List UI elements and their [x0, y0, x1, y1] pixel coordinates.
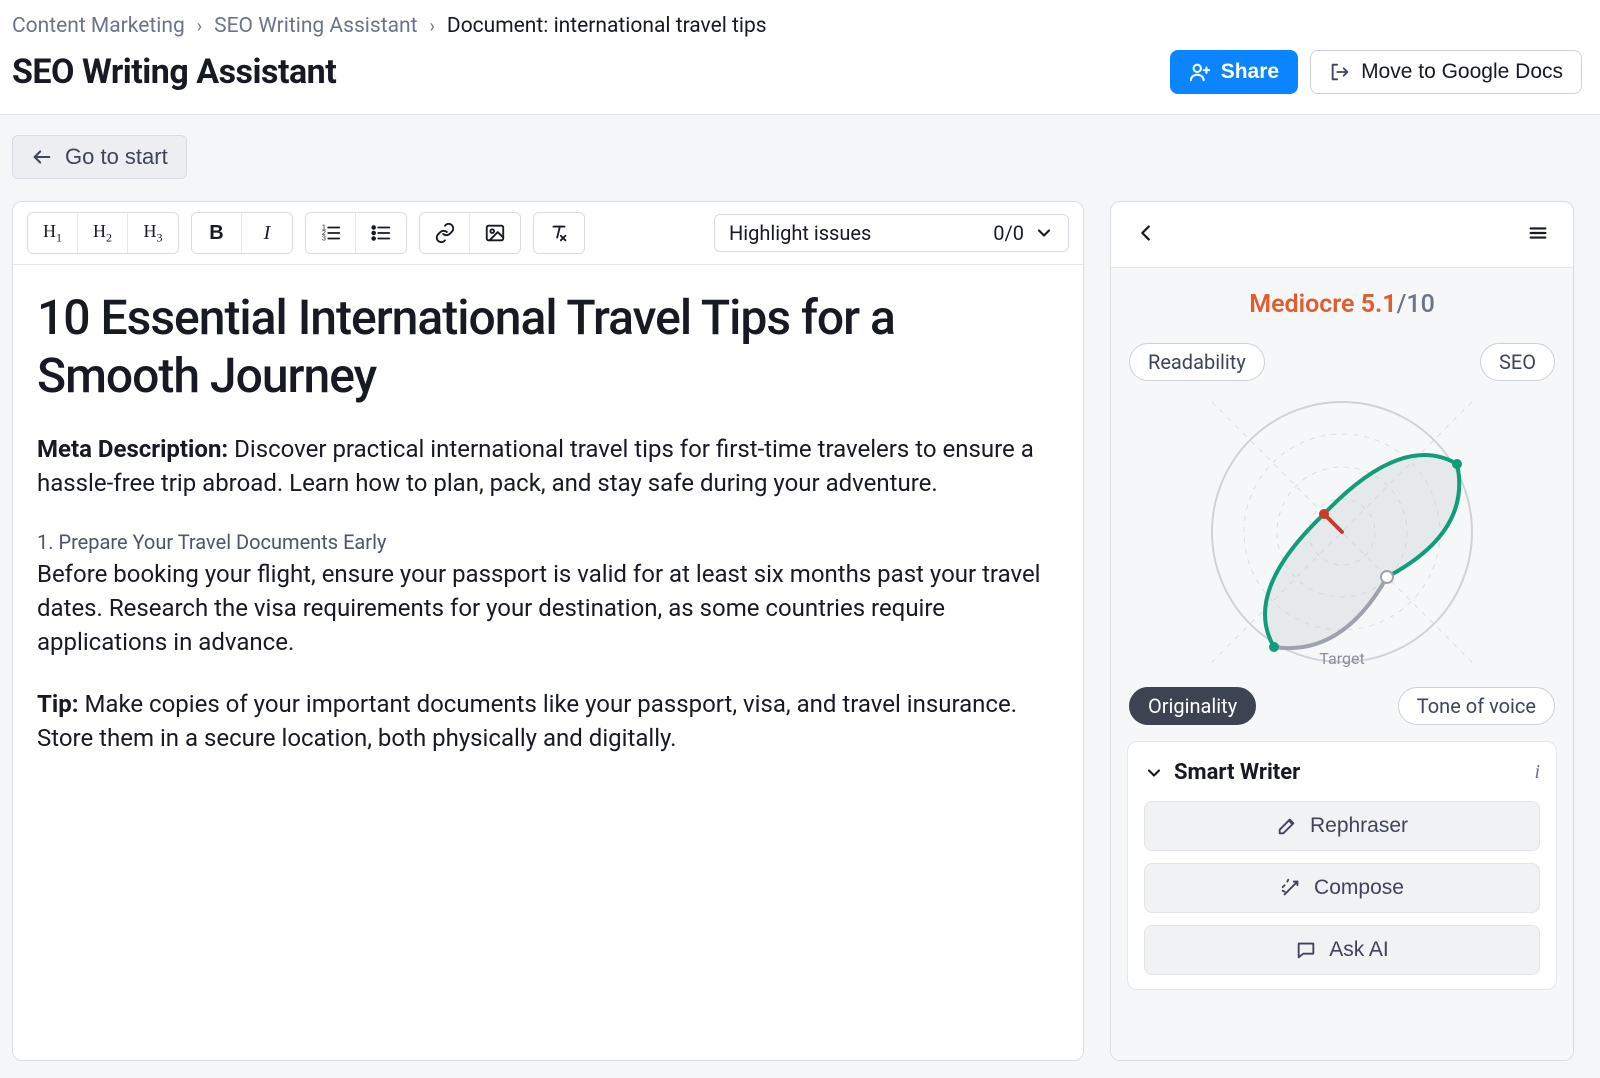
ordered-list-button[interactable]: 123 — [306, 213, 356, 253]
menu-icon — [1527, 222, 1549, 244]
style-group: B I — [191, 212, 293, 254]
person-add-icon — [1189, 61, 1211, 83]
share-button[interactable]: Share — [1170, 50, 1298, 94]
unordered-list-button[interactable] — [356, 213, 406, 253]
originality-pill[interactable]: Originality — [1129, 687, 1256, 725]
heading-group: H1 H2 H3 — [27, 212, 179, 254]
breadcrumb-link-seowritingassistant[interactable]: SEO Writing Assistant — [214, 14, 417, 38]
arrow-left-icon — [31, 146, 53, 168]
clear-group — [533, 212, 585, 254]
rephraser-button[interactable]: Rephraser — [1144, 801, 1540, 851]
highlight-issues-dropdown[interactable]: Highlight issues 0/0 — [714, 214, 1069, 252]
seo-pill[interactable]: SEO — [1480, 343, 1555, 381]
target-label: Target — [1319, 649, 1364, 668]
editor-panel: H1 H2 H3 B I 123 — [12, 201, 1084, 1061]
chevron-left-icon — [1135, 222, 1157, 244]
chevron-down-icon[interactable] — [1144, 763, 1164, 783]
highlight-count: 0/0 — [993, 221, 1024, 245]
page-title: SEO Writing Assistant — [12, 52, 336, 92]
magic-wand-icon — [1280, 877, 1302, 899]
ask-ai-button[interactable]: Ask AI — [1144, 925, 1540, 975]
compose-button[interactable]: Compose — [1144, 863, 1540, 913]
meta-description: Meta Description: Discover practical int… — [37, 432, 1059, 500]
list-group: 123 — [305, 212, 407, 254]
bold-button[interactable]: B — [192, 213, 242, 253]
clear-format-icon — [548, 222, 570, 244]
bullet-list-icon — [370, 222, 392, 244]
overall-score: Mediocre 5.1/10 — [1127, 290, 1557, 319]
ordered-list-icon: 123 — [320, 222, 342, 244]
link-button[interactable] — [420, 213, 470, 253]
edit-icon — [1276, 815, 1298, 837]
section-1-body: Before booking your flight, ensure your … — [37, 557, 1059, 659]
section-1-head: 1. Prepare Your Travel Documents Early — [37, 528, 1059, 556]
radar-svg — [1202, 392, 1482, 672]
h1-button[interactable]: H1 — [28, 213, 78, 253]
move-to-google-docs-button[interactable]: Move to Google Docs — [1310, 50, 1582, 94]
image-button[interactable] — [470, 213, 520, 253]
chevron-right-icon: › — [197, 16, 202, 37]
panel-menu-button[interactable] — [1521, 216, 1555, 253]
chat-icon — [1295, 939, 1317, 961]
collapse-panel-button[interactable] — [1129, 216, 1163, 253]
breadcrumb: Content Marketing › SEO Writing Assistan… — [12, 14, 1588, 38]
document-title: 10 Essential International Travel Tips f… — [37, 289, 1059, 404]
tip-paragraph: Tip: Make copies of your important docum… — [37, 687, 1059, 755]
chevron-down-icon — [1034, 223, 1054, 243]
info-icon[interactable]: i — [1534, 761, 1540, 784]
link-icon — [434, 222, 456, 244]
readability-pill[interactable]: Readability — [1129, 343, 1265, 381]
h2-button[interactable]: H2 — [78, 213, 128, 253]
editor-body[interactable]: 10 Essential International Travel Tips f… — [13, 265, 1083, 807]
h3-button[interactable]: H3 — [128, 213, 178, 253]
breadcrumb-link-contentmarketing[interactable]: Content Marketing — [12, 14, 185, 38]
italic-button[interactable]: I — [242, 213, 292, 253]
radar-chart: Readability SEO Originality Tone of voic… — [1127, 337, 1557, 727]
highlight-label: Highlight issues — [729, 221, 871, 245]
export-icon — [1329, 61, 1351, 83]
tone-pill[interactable]: Tone of voice — [1398, 687, 1555, 725]
smart-writer-panel: Smart Writer i Rephraser Compose Ask AI — [1127, 741, 1557, 990]
image-icon — [484, 222, 506, 244]
editor-toolbar: H1 H2 H3 B I 123 — [13, 202, 1083, 265]
go-to-start-button[interactable]: Go to start — [12, 135, 187, 179]
breadcrumb-current: Document: international travel tips — [447, 14, 767, 38]
svg-text:3: 3 — [321, 233, 325, 242]
insert-group — [419, 212, 521, 254]
clear-format-button[interactable] — [534, 213, 584, 253]
chevron-right-icon: › — [430, 16, 435, 37]
analysis-panel: Mediocre 5.1/10 Readability SEO Original… — [1110, 201, 1574, 1061]
smart-writer-title: Smart Writer — [1174, 760, 1524, 785]
